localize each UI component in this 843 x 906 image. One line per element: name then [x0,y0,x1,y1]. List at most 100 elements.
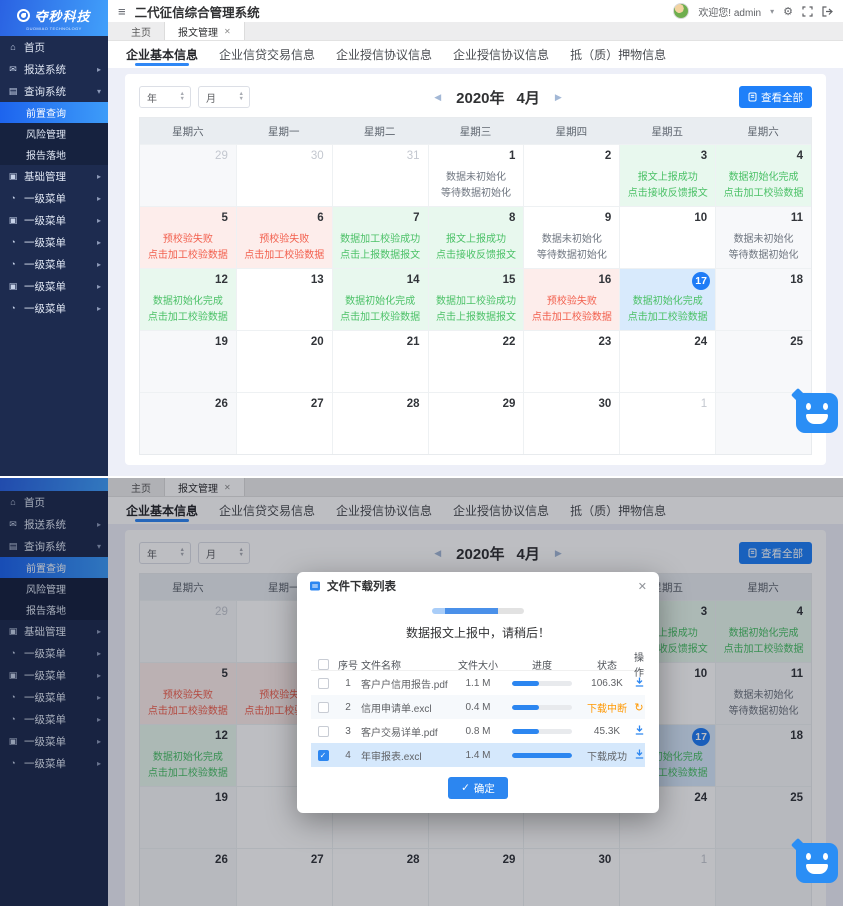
sidebar-item-首页[interactable]: ⌂首页 [0,36,108,58]
prev-month-icon[interactable]: ◀ [434,92,441,103]
window-tab-主页[interactable]: 主页 [118,22,165,40]
column-header: 进度 [503,657,581,672]
sidebar-item-查询系统[interactable]: ▤查询系统▾ [0,80,108,102]
tab-企业信贷交易信息[interactable]: 企业信贷交易信息 [219,41,315,68]
spinner-arrows-icon[interactable]: ▲▼ [239,92,244,102]
calendar-day-6[interactable]: 6预校验失败点击加工校验数据 [236,206,332,268]
calendar-day-4[interactable]: 4数据初始化完成点击加工校验数据 [715,144,811,206]
download-icon[interactable] [635,725,644,735]
tab-企业授信协议信息[interactable]: 企业授信协议信息 [336,41,432,68]
sidebar-item-一级菜单[interactable]: ▣一级菜单▸ [0,209,108,231]
settings-gear-icon[interactable]: ⚙ [783,5,793,18]
logout-icon[interactable] [822,6,833,17]
chevron-down-icon[interactable]: ▾ [770,7,774,16]
sidebar-item-前置查询[interactable]: 前置查询 [0,102,108,123]
calendar-day-29[interactable]: 29 [140,144,236,206]
calendar-day-25[interactable]: 25 [715,330,811,392]
year-select[interactable]: 年 ▲▼ [139,86,191,108]
chat-face-icon [823,853,828,860]
download-icon[interactable] [635,677,644,687]
collapse-menu-icon[interactable]: ≡ [118,4,126,19]
refresh-icon[interactable]: ↻ [634,702,643,714]
confirm-button[interactable]: ✓ 确定 [448,777,508,799]
file-op: ↻ [633,701,645,714]
window-tab-报文管理[interactable]: 报文管理✕ [165,22,245,40]
calendar-day-26[interactable]: 26 [140,392,236,454]
avatar[interactable] [673,3,689,19]
row-checkbox[interactable] [318,678,329,689]
month-select[interactable]: 月 ▲▼ [198,86,250,108]
close-icon[interactable]: ✕ [638,580,647,593]
spinner-arrows-icon[interactable]: ▲▼ [180,92,185,102]
fullscreen-icon[interactable] [802,6,813,17]
sidebar-item-一级菜单[interactable]: ▣一级菜单▸ [0,275,108,297]
status-line2: 等待数据初始化 [716,248,811,264]
calendar-day-1[interactable]: 1 [619,392,715,454]
calendar-day-10[interactable]: 10 [619,206,715,268]
calendar-day-8[interactable]: 8报文上报成功点击接收反馈报文 [428,206,524,268]
sidebar-item-一级菜单[interactable]: ◔一级菜单▸ [0,297,108,319]
calendar-day-28[interactable]: 28 [332,392,428,454]
chat-assistant-button[interactable] [796,843,838,883]
download-icon[interactable] [635,749,644,759]
calendar-day-30[interactable]: 30 [523,392,619,454]
calendar-day-29[interactable]: 29 [428,392,524,454]
calendar-day-15[interactable]: 15数据加工校验成功点击上报数据报文 [428,268,524,330]
row-checkbox[interactable] [318,702,329,713]
close-tab-icon[interactable]: ✕ [224,27,231,36]
day-status-text: 预校验失败点击加工校验数据 [524,294,619,326]
calendar-day-27[interactable]: 27 [236,392,332,454]
calendar-day-12[interactable]: 12数据初始化完成点击加工校验数据 [140,268,236,330]
view-all-button[interactable]: 查看全部 [739,86,812,108]
calendar-day-13[interactable]: 13 [236,268,332,330]
sidebar-item-label: 基础管理 [24,169,66,184]
calendar-day-9[interactable]: 9数据未初始化等待数据初始化 [523,206,619,268]
calendar-day-2[interactable]: 2 [523,144,619,206]
sidebar-item-一级菜单[interactable]: ◔一级菜单▸ [0,231,108,253]
calendar-day-11[interactable]: 11数据未初始化等待数据初始化 [715,206,811,268]
sidebar-item-一级菜单[interactable]: ◔一级菜单▸ [0,187,108,209]
row-checkbox[interactable]: ✓ [318,750,329,761]
calendar-day-3[interactable]: 3报文上报成功点击接收反馈报文 [619,144,715,206]
tab-抵（质）押物信息[interactable]: 抵（质）押物信息 [570,41,666,68]
chat-face-icon [806,864,828,874]
sidebar-item-label: 一级菜单 [24,257,66,272]
calendar-day-18[interactable]: 18 [715,268,811,330]
chat-assistant-button[interactable] [796,393,838,433]
table-row: 3客户交易详单.pdf0.8 M45.3K [311,719,645,743]
status-line2: 等待数据初始化 [524,248,619,264]
day-number: 26 [215,398,228,410]
next-month-icon[interactable]: ▶ [555,92,562,103]
calendar-day-22[interactable]: 22 [428,330,524,392]
tab-企业基本信息[interactable]: 企业基本信息 [126,41,198,68]
sidebar-item-报送系统[interactable]: ✉报送系统▸ [0,58,108,80]
calendar-day-23[interactable]: 23 [523,330,619,392]
day-number: 6 [317,212,323,224]
day-number: 15 [503,274,516,286]
calendar-day-7[interactable]: 7数据加工校验成功点击上报数据报文 [332,206,428,268]
sidebar-item-一级菜单[interactable]: ◔一级菜单▸ [0,253,108,275]
calendar-day-1[interactable]: 1数据未初始化等待数据初始化 [428,144,524,206]
calendar-day-14[interactable]: 14数据初始化完成点击加工校验数据 [332,268,428,330]
calendar-day-20[interactable]: 20 [236,330,332,392]
sidebar-item-基础管理[interactable]: ▣基础管理▸ [0,165,108,187]
calendar-day-21[interactable]: 21 [332,330,428,392]
day-number: 28 [407,398,420,410]
calendar-day-31[interactable]: 31 [332,144,428,206]
calendar-day-19[interactable]: 19 [140,330,236,392]
select-all-checkbox[interactable] [318,659,329,670]
calendar-day-17[interactable]: 17数据初始化完成点击加工校验数据 [619,268,715,330]
tab-企业授信协议信息[interactable]: 企业授信协议信息 [453,41,549,68]
app-header: ≡ 二代征信综合管理系统 欢迎您! admin ▾ ⚙ [108,0,843,22]
calendar-day-30[interactable]: 30 [236,144,332,206]
sidebar-item-风险管理[interactable]: 风险管理 [0,123,108,144]
row-checkbox[interactable] [318,726,329,737]
calendar-day-16[interactable]: 16 预校验失败点击加工校验数据 [523,268,619,330]
chevron-right-icon: ▸ [97,282,101,291]
brand-logo-icon [17,9,30,22]
day-number: 16 [598,274,611,286]
calendar-day-5[interactable]: 5预校验失败点击加工校验数据 [140,206,236,268]
calendar-day-24[interactable]: 24 [619,330,715,392]
sidebar-item-报告落地[interactable]: 报告落地 [0,144,108,165]
day-number: 31 [407,150,420,162]
